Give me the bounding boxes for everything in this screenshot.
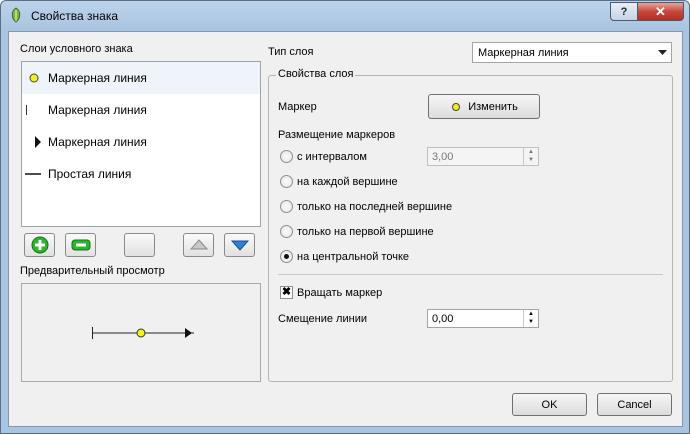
remove-layer-button[interactable] bbox=[65, 233, 96, 257]
line-offset-value: 0,00 bbox=[432, 313, 454, 325]
spin-down-icon[interactable]: ▼ bbox=[524, 156, 538, 164]
interval-value: 3,00 bbox=[432, 151, 454, 163]
interval-spinbox[interactable]: 3,00 ▲ ▼ bbox=[427, 147, 539, 166]
yellow-dot-icon bbox=[452, 102, 461, 111]
dialog-client-area: Слои условного знака Маркерная линия Мар… bbox=[8, 31, 683, 427]
line-offset-spinbox[interactable]: 0,00 ▲ ▼ bbox=[427, 309, 539, 328]
divider bbox=[278, 274, 663, 275]
rotate-marker-checkbox[interactable]: ✖ bbox=[280, 286, 293, 299]
spin-up-icon[interactable]: ▲ bbox=[524, 310, 538, 318]
radio-central-point[interactable] bbox=[280, 250, 293, 263]
symbol-preview bbox=[21, 283, 261, 382]
spin-up-icon[interactable]: ▲ bbox=[524, 148, 538, 156]
line-offset-label: Смещение линии bbox=[278, 313, 367, 325]
layer-item-3[interactable]: Маркерная линия bbox=[22, 126, 260, 158]
dialog-window: Свойства знака ? ✕ Слои условного знака … bbox=[0, 0, 690, 434]
window-title: Свойства знака bbox=[31, 9, 119, 23]
line-preview-icon bbox=[92, 327, 194, 339]
radio-every-vertex[interactable] bbox=[280, 175, 293, 188]
radio-every-vertex-label: на каждой вершине bbox=[297, 176, 398, 188]
radio-interval[interactable] bbox=[280, 150, 293, 163]
layers-label: Слои условного знака bbox=[20, 43, 133, 55]
rotate-marker-label: Вращать маркер bbox=[297, 287, 383, 299]
preview-label: Предварительный просмотр bbox=[20, 265, 165, 277]
layer-type-combo[interactable]: Маркерная линия bbox=[472, 42, 672, 63]
spin-buttons[interactable]: ▲ ▼ bbox=[523, 310, 538, 327]
layer-type-value: Маркерная линия bbox=[478, 47, 569, 59]
spin-buttons[interactable]: ▲ ▼ bbox=[523, 148, 538, 165]
layer-item-label: Маркерная линия bbox=[48, 71, 147, 85]
move-up-icon bbox=[189, 239, 208, 250]
layer-item-4[interactable]: Простая линия bbox=[22, 158, 260, 190]
help-button[interactable]: ? bbox=[610, 2, 637, 21]
add-layer-button[interactable] bbox=[24, 233, 55, 257]
lock-layer-button[interactable] bbox=[124, 233, 155, 257]
layer-properties-title: Свойства слоя bbox=[276, 68, 356, 80]
move-up-button[interactable] bbox=[183, 233, 214, 257]
spin-down-icon[interactable]: ▼ bbox=[524, 318, 538, 326]
tick-mark-icon bbox=[22, 94, 48, 126]
radio-central-point-label: на центральной точке bbox=[297, 251, 410, 263]
chevron-down-icon bbox=[654, 43, 671, 62]
line-icon bbox=[22, 158, 48, 190]
title-bar[interactable]: Свойства знака ? ✕ bbox=[1, 1, 689, 31]
arrow-right-icon bbox=[22, 126, 48, 158]
yellow-dot-icon bbox=[22, 62, 48, 94]
move-down-button[interactable] bbox=[224, 233, 255, 257]
symbol-layers-list[interactable]: Маркерная линия Маркерная линия Маркерна… bbox=[21, 61, 261, 227]
add-layer-icon bbox=[31, 236, 48, 254]
qgis-leaf-icon bbox=[11, 7, 21, 23]
move-down-icon bbox=[230, 240, 249, 251]
change-button-label: Изменить bbox=[468, 100, 518, 113]
marker-label: Маркер bbox=[278, 101, 317, 113]
radio-last-vertex[interactable] bbox=[280, 200, 293, 213]
layer-item-label: Маркерная линия bbox=[48, 135, 147, 149]
cancel-button[interactable]: Cancel bbox=[597, 393, 672, 416]
layer-item-label: Простая линия bbox=[48, 167, 132, 181]
ok-button[interactable]: OK bbox=[512, 393, 587, 416]
layer-properties-group: Свойства слоя Маркер Изменить Размещение… bbox=[268, 68, 673, 382]
radio-first-vertex-label: только на первой вершине bbox=[297, 226, 434, 238]
layer-item-label: Маркерная линия bbox=[48, 103, 147, 117]
layer-item-2[interactable]: Маркерная линия bbox=[22, 94, 260, 126]
layer-item-1[interactable]: Маркерная линия bbox=[22, 62, 260, 94]
layer-type-label: Тип слоя bbox=[268, 46, 314, 58]
remove-layer-icon bbox=[71, 239, 90, 251]
change-marker-button[interactable]: Изменить bbox=[428, 94, 540, 119]
close-button[interactable]: ✕ bbox=[637, 2, 684, 21]
placement-label: Размещение маркеров bbox=[278, 129, 396, 141]
radio-last-vertex-label: только на последней вершине bbox=[297, 201, 453, 213]
radio-first-vertex[interactable] bbox=[280, 225, 293, 238]
radio-interval-label: с интервалом bbox=[297, 151, 367, 163]
